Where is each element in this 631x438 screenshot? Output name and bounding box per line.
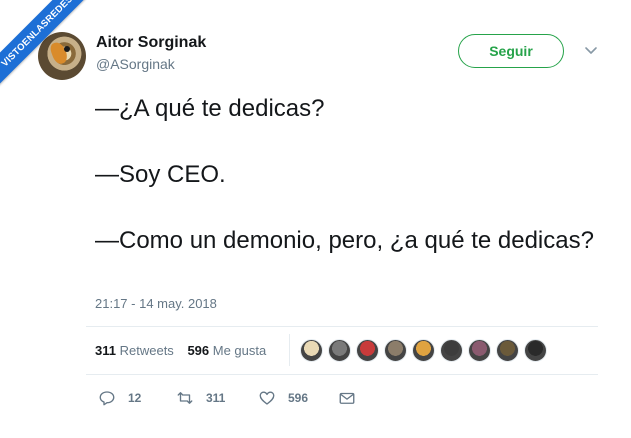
tweet-stats: 311 Retweets 596 Me gusta bbox=[95, 343, 276, 358]
tweet-line: —Como un demonio, pero, ¿a qué te dedica… bbox=[95, 227, 594, 254]
divider bbox=[86, 326, 598, 327]
user-handle[interactable]: @ASorginak bbox=[96, 56, 175, 72]
retweet-icon bbox=[177, 392, 193, 404]
like-button[interactable]: 596 bbox=[258, 388, 308, 408]
liker-avatar[interactable] bbox=[440, 339, 463, 362]
reply-icon bbox=[99, 391, 115, 406]
user-name[interactable]: Aitor Sorginak bbox=[96, 34, 206, 52]
tweet-text: —¿A qué te dedicas? —Soy CEO. —Como un d… bbox=[95, 92, 595, 257]
liker-avatars bbox=[300, 339, 547, 365]
tweet-header: Aitor Sorginak @ASorginak Seguir bbox=[38, 30, 608, 80]
likes-label: Me gusta bbox=[212, 343, 267, 358]
tweet-timestamp[interactable]: 21:17 - 14 may. 2018 bbox=[95, 296, 217, 311]
reply-button[interactable]: 12 bbox=[98, 388, 141, 408]
divider bbox=[86, 374, 598, 375]
liker-avatar[interactable] bbox=[524, 339, 547, 362]
retweet-count: 311 bbox=[206, 391, 226, 405]
chevron-down-icon[interactable] bbox=[583, 42, 599, 58]
liker-avatar[interactable] bbox=[356, 339, 379, 362]
liker-avatar[interactable] bbox=[496, 339, 519, 362]
retweets-label: Retweets bbox=[119, 343, 174, 358]
liker-avatar[interactable] bbox=[468, 339, 491, 362]
heart-icon bbox=[259, 391, 275, 405]
avatar-bird-beak bbox=[48, 40, 70, 66]
tweet-line: —Soy CEO. bbox=[95, 161, 226, 188]
reply-count: 12 bbox=[128, 391, 142, 405]
retweets-count: 311 bbox=[95, 343, 116, 358]
liker-avatar[interactable] bbox=[384, 339, 407, 362]
retweets-stat[interactable]: 311 Retweets bbox=[95, 343, 174, 358]
stats-divider bbox=[289, 334, 290, 366]
liker-avatar[interactable] bbox=[328, 339, 351, 362]
retweet-button[interactable]: 311 bbox=[176, 388, 225, 408]
message-button[interactable] bbox=[338, 388, 356, 408]
liker-avatar[interactable] bbox=[300, 339, 323, 362]
avatar[interactable] bbox=[38, 32, 86, 80]
liker-avatar[interactable] bbox=[412, 339, 435, 362]
like-count: 596 bbox=[288, 391, 309, 405]
follow-button[interactable]: Seguir bbox=[458, 34, 564, 68]
envelope-icon bbox=[339, 392, 355, 404]
avatar-bird-eye bbox=[64, 46, 70, 52]
likes-stat[interactable]: 596 Me gusta bbox=[187, 343, 266, 358]
likes-count: 596 bbox=[187, 343, 210, 358]
tweet-line: —¿A qué te dedicas? bbox=[95, 95, 325, 122]
